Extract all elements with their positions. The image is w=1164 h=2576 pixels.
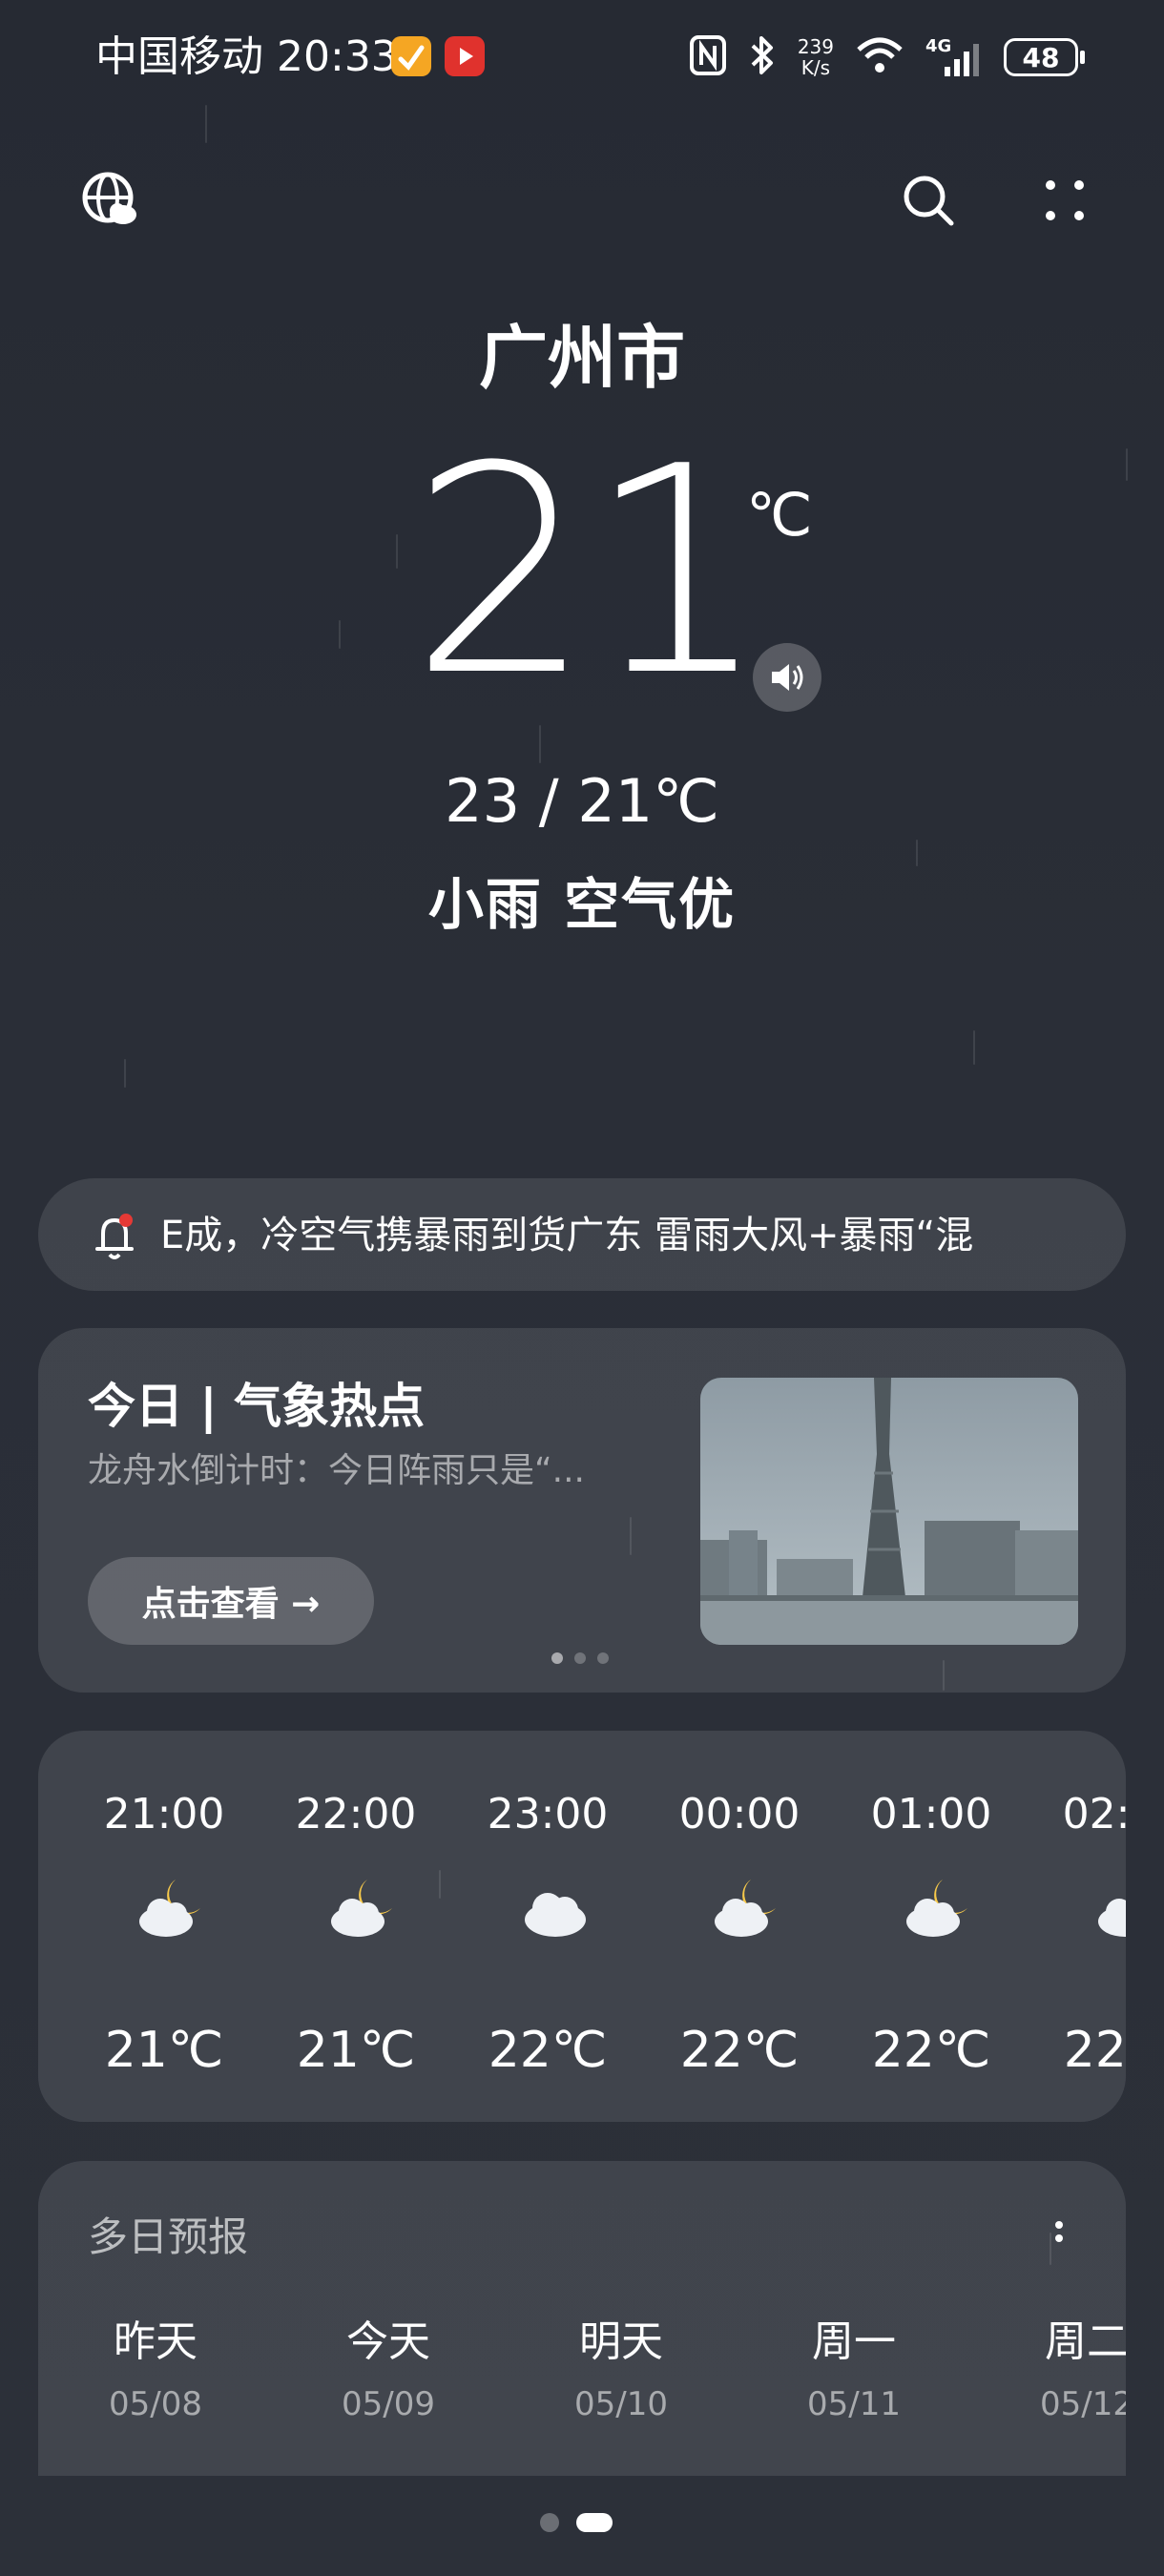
status-icons: 239 K/s 4G 48 [689, 29, 1085, 86]
hotspot-subtitle: 龙舟水倒计时：今日阵雨只是“... [88, 1451, 585, 1490]
moon-cloud-icon [134, 1874, 210, 1941]
nfc-icon [689, 34, 727, 80]
carousel-dot [574, 1652, 586, 1664]
day-date: 05/10 [574, 2385, 668, 2423]
moon-cloud-icon [325, 1874, 402, 1941]
day-item[interactable]: 周二 05/12 [1015, 2314, 1126, 2426]
rain-streak [124, 1059, 126, 1088]
moon-cloud-icon [901, 1874, 977, 1941]
weather-hotspot-card[interactable]: 今日 | 气象热点 龙舟水倒计时：今日阵雨只是“... 点击查看 → [38, 1328, 1126, 1693]
battery-indicator: 48 [1004, 38, 1085, 76]
moon-cloud-icon [1092, 1874, 1126, 1941]
bell-alert-icon [86, 1207, 143, 1264]
hour-temp: 22℃ [1063, 2022, 1126, 2079]
daily-forecast[interactable]: 多日预报 昨天 05/08 今天 05/09 明天 05/10 周一 05/11… [38, 2161, 1126, 2476]
page-dot-active[interactable] [576, 2513, 613, 2532]
network-speed-unit: K/s [800, 56, 831, 79]
city-name[interactable]: 广州市 [0, 315, 1164, 401]
status-bar: 中国移动 20:33 239 K/s 4G 48 [0, 0, 1164, 114]
hourly-forecast[interactable]: 21:00 21℃ 22:00 21℃ 23:00 22℃ 00:00 22℃ … [38, 1731, 1126, 2122]
hourly-item[interactable]: 00:00 22℃ [644, 1731, 835, 2122]
carrier-name: 中国移动 [95, 32, 263, 81]
day-name: 明天 [579, 2317, 663, 2366]
carousel-indicator [551, 1652, 609, 1664]
hourly-item[interactable]: 23:00 22℃ [452, 1731, 643, 2122]
day-item[interactable]: 昨天 05/08 [84, 2314, 227, 2426]
weather-screen: 中国移动 20:33 239 K/s 4G 48 广州市 21 ℃ 23 / 2… [0, 0, 1164, 2576]
rain-streak [339, 620, 341, 649]
app-notification-icon [391, 36, 431, 76]
more-options-icon[interactable] [1027, 162, 1103, 239]
hour-time: 01:00 [870, 1790, 992, 1839]
day-item[interactable]: 明天 05/10 [550, 2314, 693, 2426]
hourly-item[interactable]: 02:00 22℃ [1028, 1731, 1126, 2122]
network-speed-value: 239 [797, 35, 834, 58]
globe-cloud-icon[interactable] [73, 162, 149, 239]
view-details-button[interactable]: 点击查看 → [88, 1557, 374, 1645]
cellular-signal-icon: 4G [925, 36, 983, 78]
cloud-icon [517, 1874, 593, 1941]
more-vertical-icon[interactable] [1040, 2213, 1078, 2261]
hourly-item[interactable]: 22:00 21℃ [260, 1731, 451, 2122]
video-app-notification-icon [445, 36, 485, 76]
wifi-icon [855, 36, 904, 78]
rain-streak [1126, 448, 1128, 481]
rain-streak [396, 534, 398, 569]
hour-temp: 22℃ [488, 2022, 608, 2079]
carrier-time: 中国移动 20:33 [95, 29, 398, 86]
hour-time: 02:00 [1062, 1790, 1126, 1839]
hour-temp: 22℃ [679, 2022, 800, 2079]
hotspot-title: 今日 | 气象热点 [88, 1379, 426, 1434]
day-date: 05/12 [1040, 2385, 1126, 2423]
hour-time: 23:00 [487, 1790, 609, 1839]
day-date: 05/09 [342, 2385, 435, 2423]
hour-temp: 22℃ [871, 2022, 991, 2079]
rain-streak [916, 840, 918, 866]
bluetooth-icon [748, 34, 777, 80]
rain-streak [973, 1030, 975, 1065]
page-dot[interactable] [540, 2513, 559, 2532]
temperature-range: 23 / 21℃ [445, 766, 719, 836]
day-item[interactable]: 今天 05/09 [317, 2314, 460, 2426]
carousel-dot [597, 1652, 609, 1664]
daily-forecast-title: 多日预报 [88, 2213, 249, 2260]
search-icon[interactable] [890, 162, 967, 239]
day-name: 昨天 [114, 2317, 197, 2366]
current-temperature: 21 [410, 405, 769, 738]
temperature-unit: ℃ [746, 480, 813, 550]
hour-time: 00:00 [678, 1790, 800, 1839]
hour-time: 22:00 [295, 1790, 417, 1839]
weather-condition: 小雨 空气优 [427, 872, 737, 937]
hourly-item[interactable]: 01:00 22℃ [836, 1731, 1027, 2122]
day-item[interactable]: 周一 05/11 [782, 2314, 925, 2426]
day-name: 今天 [346, 2317, 430, 2366]
day-name: 周二 [1045, 2317, 1126, 2366]
hourly-item[interactable]: 21:00 21℃ [69, 1731, 260, 2122]
day-date: 05/08 [109, 2385, 202, 2423]
alert-text: E成，冷空气携暴雨到货广东 雷雨大风+暴雨“混 [160, 1214, 974, 1257]
canton-tower-photo[interactable] [700, 1378, 1078, 1645]
day-date: 05/11 [807, 2385, 901, 2423]
moon-cloud-icon [709, 1874, 785, 1941]
carousel-dot [551, 1652, 563, 1664]
day-name: 周一 [812, 2317, 896, 2366]
weather-alert-banner[interactable]: E成，冷空气携暴雨到货广东 雷雨大风+暴雨“混 [38, 1178, 1126, 1291]
clock: 20:33 [277, 32, 398, 81]
speaker-icon[interactable] [753, 643, 821, 712]
hour-time: 21:00 [103, 1790, 225, 1839]
city-page-indicator [540, 2513, 613, 2532]
hour-temp: 21℃ [296, 2022, 416, 2079]
network-speed: 239 K/s [798, 36, 834, 78]
hour-temp: 21℃ [104, 2022, 224, 2079]
